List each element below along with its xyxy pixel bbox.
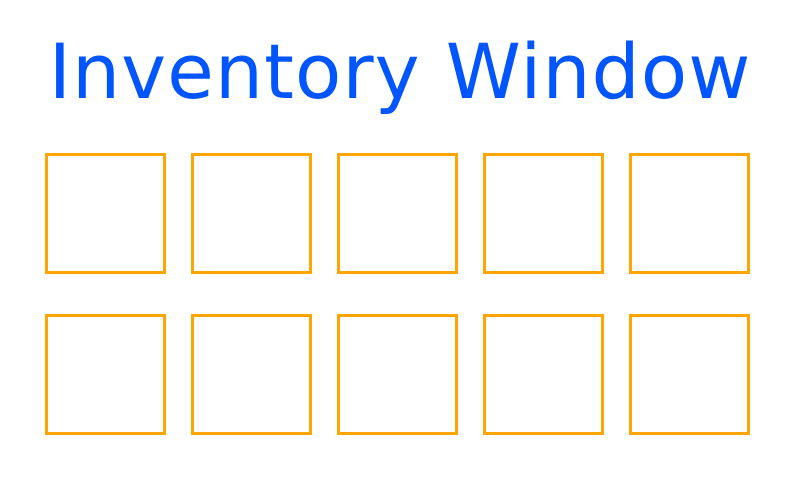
inventory-slot-9[interactable] <box>483 314 604 435</box>
window-title: Inventory Window <box>48 27 752 116</box>
inventory-slot-1[interactable] <box>45 153 166 274</box>
inventory-slot-8[interactable] <box>337 314 458 435</box>
inventory-slot-10[interactable] <box>629 314 750 435</box>
inventory-slot-6[interactable] <box>45 314 166 435</box>
inventory-slot-2[interactable] <box>191 153 312 274</box>
inventory-window: Inventory Window <box>0 0 800 484</box>
inventory-slot-3[interactable] <box>337 153 458 274</box>
inventory-slot-grid <box>45 153 750 435</box>
inventory-slot-7[interactable] <box>191 314 312 435</box>
inventory-slot-5[interactable] <box>629 153 750 274</box>
inventory-slot-4[interactable] <box>483 153 604 274</box>
